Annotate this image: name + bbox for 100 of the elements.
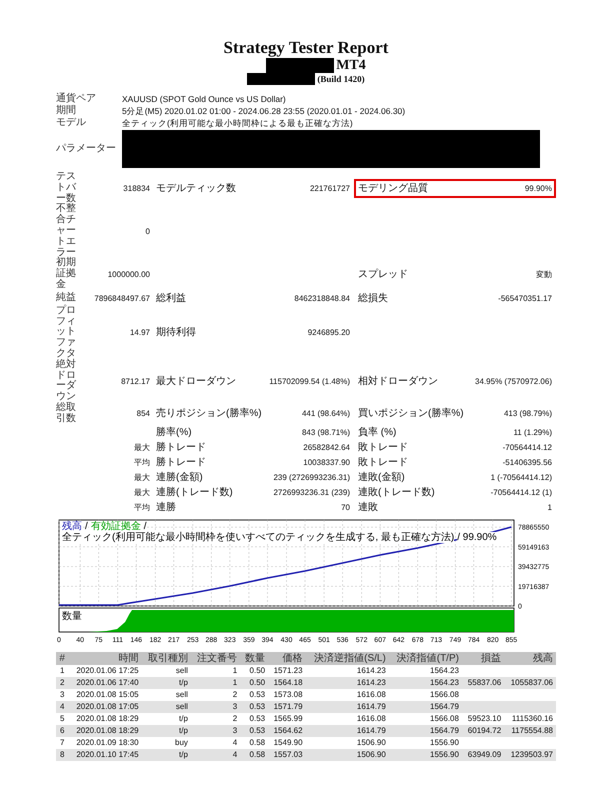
table-cell: 1566.08 xyxy=(430,690,459,699)
table-cell: t/p xyxy=(179,714,188,723)
info-value: 全ティック(利用可能な最小時間枠による最も正確な方法) xyxy=(122,117,353,129)
table-cell: 1564.23 xyxy=(430,666,459,675)
table-cell: 1115360.16 xyxy=(512,714,553,723)
stat-value: 8462318848.84 xyxy=(294,292,350,304)
info-label: 期間 xyxy=(56,105,77,117)
table-cell: 2020.01.10 17:45 xyxy=(76,750,139,759)
stat-value: 34.95% (7570972.06) xyxy=(475,376,552,387)
legend-text: / 99.90% xyxy=(457,532,497,543)
table-cell: 0.50 xyxy=(250,666,266,675)
table-cell: 3 xyxy=(232,702,238,711)
stat-value: 9246895.20 xyxy=(308,327,350,338)
stat-value: 11 (1.29%) xyxy=(513,426,552,438)
column-header: 数量 xyxy=(240,652,268,665)
table-cell: 55837.06 xyxy=(468,678,502,687)
table-cell: 0.53 xyxy=(250,726,266,735)
table-cell: 1566.08 xyxy=(430,714,459,723)
stat-label: 総利益 xyxy=(156,292,186,304)
table-cell: 1564.79 xyxy=(430,726,459,735)
stat-label: 敗トレード xyxy=(358,442,408,453)
build-number: (Build 1420) xyxy=(317,74,365,85)
stat-label: 売りポジション(勝率%) xyxy=(156,408,262,420)
table-cell: 4 xyxy=(232,738,238,747)
table-cell: 5 xyxy=(60,714,64,723)
table-cell: 6 xyxy=(60,726,64,735)
column-header: 決済指値(T/P) xyxy=(388,652,462,665)
table-cell: 1 xyxy=(232,666,238,675)
stat-label: 純益 xyxy=(56,292,76,303)
table-cell: 1564.79 xyxy=(430,702,459,711)
table-cell: 4 xyxy=(232,750,238,759)
stat-value: 413 (98.79%) xyxy=(504,408,552,420)
table-cell: 8 xyxy=(60,750,64,759)
stat-value: 平均 xyxy=(134,458,150,467)
stat-label: 連勝(トレード数) xyxy=(156,486,233,498)
stat-value: 14.97 xyxy=(130,328,150,338)
table-cell: 1565.99 xyxy=(274,714,303,723)
table-cell: 3 xyxy=(60,690,64,699)
table-cell: 1556.90 xyxy=(430,750,459,759)
stat-value: 239 (2726993236.31) xyxy=(273,472,350,483)
report-title: Strategy Tester Report xyxy=(222,38,390,58)
table-cell: 1614.23 xyxy=(356,678,386,687)
table-cell: t/p xyxy=(179,678,188,687)
stat-value: 115702099.54 (1.48%) xyxy=(269,376,350,387)
stat-label: 総取引数 xyxy=(56,402,76,424)
legend-text: 全ティック(利用可能な最小時間枠を使いすべてのティックを生成する, 最も正確な方法) xyxy=(62,532,454,543)
stat-value: -51406395.56 xyxy=(502,456,552,468)
table-cell: 1614.79 xyxy=(356,726,386,735)
stat-value: 10038337.90 xyxy=(303,456,350,468)
volume-label: 数量 xyxy=(62,610,82,623)
stat-value: -70564414.12 xyxy=(502,442,552,453)
stat-value: 最大 xyxy=(134,488,150,497)
stat-label: プロフィットファクタ xyxy=(56,304,76,359)
table-cell: 2020.01.06 17:40 xyxy=(76,678,139,687)
table-cell: t/p xyxy=(179,726,188,735)
column-header: 残高 xyxy=(504,652,556,665)
table-cell: 1614.79 xyxy=(356,702,386,711)
table-cell: 2020.01.08 17:05 xyxy=(76,702,139,711)
table-cell: 2 xyxy=(232,714,238,723)
table-cell: 63949.09 xyxy=(468,750,502,759)
table-cell: 0.53 xyxy=(250,714,266,723)
table-cell: 1 xyxy=(232,678,238,687)
stat-label: モデルティック数 xyxy=(156,182,236,194)
stat-value: 843 (98.71%) xyxy=(302,426,350,438)
info-value: XAUUSD (SPOT Gold Ounce vs US Dollar) xyxy=(122,93,286,105)
stat-label: 負率 (%) xyxy=(358,426,396,438)
stat-value: -565470351.17 xyxy=(498,292,552,304)
stat-label: 最大ドローダウン xyxy=(156,376,236,387)
info-label: モデル xyxy=(56,117,87,129)
table-cell: 1556.90 xyxy=(430,738,459,747)
table-cell: 1564.18 xyxy=(274,678,303,687)
table-cell: sell xyxy=(176,702,188,711)
table-cell: 1175554.88 xyxy=(511,726,553,735)
stat-label: 連勝(金額) xyxy=(156,472,203,483)
table-cell: 1564.62 xyxy=(274,726,303,735)
table-cell: 1616.08 xyxy=(356,690,386,699)
info-label: 通貨ペア xyxy=(56,93,97,104)
stat-value: 221761727 xyxy=(310,182,350,194)
column-header: # xyxy=(56,652,68,665)
table-cell: 1616.08 xyxy=(356,714,386,723)
table-cell: 1557.03 xyxy=(274,750,303,759)
table-cell: 0.50 xyxy=(250,678,266,687)
stat-label: 連敗(トレード数) xyxy=(358,486,435,498)
table-cell: 1 xyxy=(60,666,64,675)
stat-value: 最大 xyxy=(134,472,150,482)
stat-value: 1 (-70564414.12) xyxy=(490,472,552,483)
info-value: 5分足(M5) 2020.01.02 01:00 - 2024.06.28 23:55 (2020.01.01 - 2024.06.30) xyxy=(122,105,406,117)
stat-label: 連勝 xyxy=(156,502,176,513)
column-header: 取引種別 xyxy=(142,652,191,665)
stat-label: 敗トレード xyxy=(358,456,408,468)
table-cell: 1506.90 xyxy=(356,738,386,747)
stat-label: 相対ドローダウン xyxy=(358,376,438,387)
table-cell: 1614.23 xyxy=(356,666,386,675)
stat-label: モデリング品質 xyxy=(358,182,428,194)
stat-value: 854 xyxy=(136,409,150,418)
stat-value: 441 (98.64%) xyxy=(302,408,350,420)
stat-label: 勝率(%) xyxy=(156,426,192,438)
table-cell: 0.58 xyxy=(250,750,266,759)
column-header: 注文番号 xyxy=(190,652,240,665)
table-cell: 1239503.97 xyxy=(510,750,553,759)
